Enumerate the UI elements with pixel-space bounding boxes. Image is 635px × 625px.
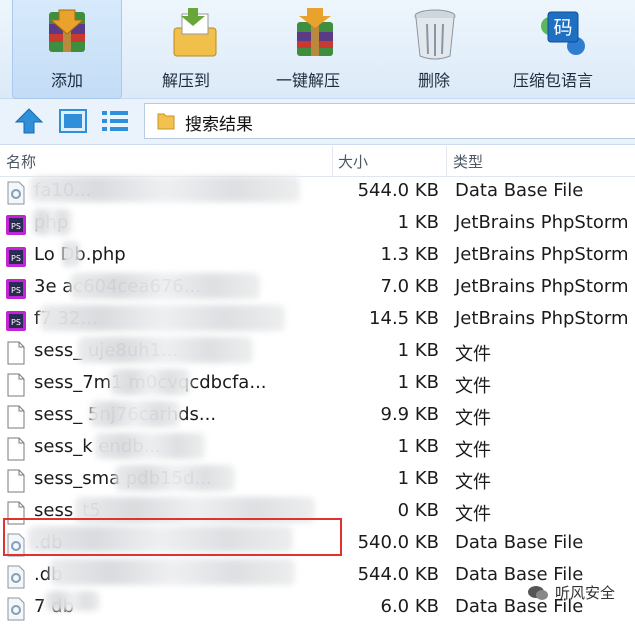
column-type[interactable]: 类型 [453,151,483,172]
column-separator[interactable] [446,146,447,176]
one-click-extract-label: 一键解压 [276,71,341,90]
watermark: 听风安全 [527,582,615,603]
redaction-blur [110,369,190,395]
database-file-icon [6,565,26,589]
thumbnail-view-icon[interactable] [58,107,88,135]
file-type: JetBrains PhpStorm [455,212,629,233]
file-type: 文件 [455,408,491,429]
svg-text:PS: PS [11,222,21,231]
toolbar: 添加 解压到 一键解压 删除 码 压缩包语言 [0,0,635,99]
file-type: JetBrains PhpStorm [455,308,629,329]
phpstorm-icon: PS [6,309,26,333]
svg-text:PS: PS [11,286,21,295]
folder-icon [157,113,175,130]
archive-language-label: 压缩包语言 [513,71,594,90]
file-row[interactable]: PS3e ac604cea676...7.0 KBJetBrains PhpSt… [0,273,635,305]
delete-button[interactable]: 删除 [384,0,486,98]
list-view-icon[interactable] [100,107,130,135]
add-button[interactable]: 添加 [12,0,122,99]
path-box[interactable]: 搜索结果 [144,103,635,139]
column-header: 名称 大小 类型 [0,146,635,177]
redaction-blur [115,465,235,491]
redaction-blur [50,559,295,585]
extract-to-label: 解压到 [162,71,211,90]
redaction-blur [40,305,285,331]
redaction-blur [90,401,180,427]
file-size: 544.0 KB [357,180,439,201]
redaction-blur [70,273,260,299]
file-icon [6,341,26,365]
phpstorm-icon: PS [6,277,26,301]
up-arrow-icon[interactable] [14,107,44,135]
file-size: 544.0 KB [357,564,439,585]
file-size: 1.3 KB [380,244,440,265]
file-icon [6,373,26,397]
file-size: 0 KB [397,500,439,521]
file-type: 文件 [455,344,491,365]
phpstorm-icon: PS [6,213,26,237]
file-size: 540.0 KB [357,532,439,553]
one-click-extract-button[interactable]: 一键解压 [260,0,370,98]
redaction-blur [62,241,80,267]
file-size: 1 KB [397,468,439,489]
add-label: 添加 [51,71,84,90]
file-row[interactable]: sess_k endb...1 KB文件 [0,433,635,465]
delete-label: 删除 [418,71,451,90]
database-file-icon [6,181,26,205]
column-size[interactable]: 大小 [338,151,368,172]
file-type: 文件 [455,376,491,397]
redaction-blur [95,433,205,459]
column-name[interactable]: 名称 [6,151,36,172]
file-icon [6,437,26,461]
file-size: 6.0 KB [380,596,440,617]
file-row[interactable]: PS Lo Db.php 1.3 KB JetBrains PhpStorm [0,241,635,273]
file-type: JetBrains PhpStorm [455,276,629,297]
file-icon [6,469,26,493]
file-row[interactable]: fa10...544.0 KBData Base File [0,176,635,209]
one-click-extract-icon [287,6,343,62]
redaction-blur [78,337,253,363]
file-type: Data Base File [455,532,584,553]
redaction-blur [45,591,100,611]
file-size: 1 KB [397,436,439,457]
highlight-box [3,518,342,556]
file-size: 1 KB [397,372,439,393]
watermark-text: 听风安全 [554,584,615,602]
archive-language-glyph: 码 [553,17,572,39]
database-file-icon [6,597,26,621]
file-type: Data Base File [455,180,584,201]
file-type: 文件 [455,440,491,461]
extract-to-button[interactable]: 解压到 [140,0,248,98]
extract-to-icon [166,6,222,62]
delete-icon [407,6,463,62]
file-size: 7.0 KB [380,276,440,297]
file-size: 1 KB [397,212,439,233]
phpstorm-icon: PS [6,245,26,269]
file-icon [6,405,26,429]
svg-text:PS: PS [11,254,21,263]
file-type: 文件 [455,472,491,493]
column-separator[interactable] [332,146,333,176]
file-row[interactable]: sess_ uje8uh1...1 KB文件 [0,337,635,369]
file-type: 文件 [455,504,491,525]
svg-text:PS: PS [11,318,21,327]
file-row[interactable]: PSphp1 KBJetBrains PhpStorm [0,209,635,241]
file-size: 14.5 KB [369,308,439,329]
path-text: 搜索结果 [185,115,253,135]
file-size: 1 KB [397,340,439,361]
add-archive-icon [39,6,95,62]
archive-language-button[interactable]: 码 压缩包语言 [498,0,626,98]
file-size: 9.9 KB [380,404,440,425]
file-row[interactable]: sess_ 5nj76carhds...9.9 KB文件 [0,401,635,433]
wechat-icon [527,585,548,600]
file-row[interactable]: sess_7m1 m0cvqcdbcfa... 1 KB 文件 [0,369,635,401]
archive-language-icon: 码 [534,6,590,62]
redaction-blur [32,209,72,235]
redaction-blur [30,176,300,202]
file-type: JetBrains PhpStorm [455,244,629,265]
file-row[interactable]: PSf7 32...14.5 KBJetBrains PhpStorm [0,305,635,337]
file-row[interactable]: sess_sma pdb15d...1 KB文件 [0,465,635,497]
